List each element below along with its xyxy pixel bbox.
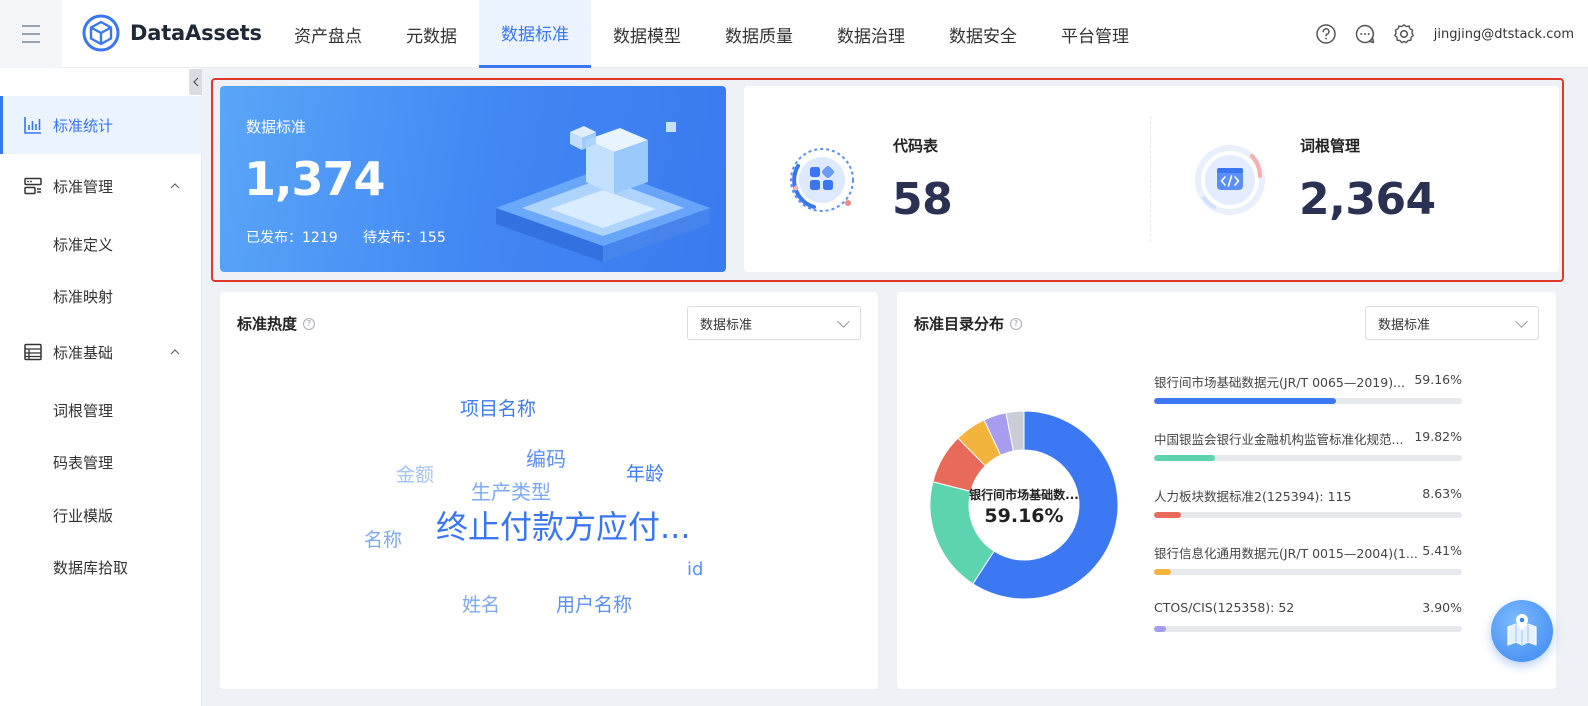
distribution-title-text: 标准目录分布 [914, 315, 1005, 333]
settings-gear-icon[interactable] [1393, 23, 1415, 45]
server-icon [24, 177, 42, 195]
legend-progress-fill [1154, 626, 1166, 632]
sidebar-item-label: 标准基础 [53, 343, 114, 362]
sidebar-item-standard-management[interactable]: 标准管理 [0, 157, 202, 215]
heat-title-text: 标准热度 [237, 315, 298, 333]
help-icon[interactable] [1315, 23, 1337, 45]
sidebar-item-standard-stats[interactable]: 标准统计 [0, 96, 202, 154]
distribution-panel-title: 标准目录分布 ? [914, 313, 1023, 334]
legend-item[interactable]: 银行间市场基础数据元(JR/T 0065—2019)... 59.16% [1154, 372, 1462, 404]
word-cloud-word[interactable]: 金额 [396, 460, 434, 487]
chevron-down-icon [837, 315, 850, 328]
sidebar-item-standard-basics[interactable]: 标准基础 [0, 323, 202, 381]
legend-item[interactable]: 中国银监会银行业金融机构监管标准化规范... 19.82% [1154, 429, 1462, 461]
nav-item-metadata[interactable]: 元数据 [384, 0, 479, 68]
legend-item[interactable]: 银行信息化通用数据元(JR/T 0015—2004)(1... 5.41% [1154, 543, 1462, 575]
legend-progress-track [1154, 569, 1462, 575]
menu-toggle-button[interactable] [0, 0, 62, 68]
legend-percent: 3.90% [1422, 600, 1462, 615]
chevron-left-icon [192, 77, 198, 87]
app-name: DataAssets [130, 21, 262, 45]
sidebar-subitem-standard-mapping[interactable]: 标准映射 [53, 286, 113, 307]
sidebar-subitem-standard-definition[interactable]: 标准定义 [53, 234, 113, 255]
legend-label: 银行间市场基础数据元(JR/T 0065—2019)... [1154, 375, 1405, 390]
word-cloud-word[interactable]: id [687, 559, 703, 580]
donut-center-label: 银行间市场基础数... [969, 488, 1079, 502]
nav-item-data-standard[interactable]: 数据标准 [479, 0, 591, 68]
legend-percent: 8.63% [1422, 486, 1462, 501]
legend-label: 银行信息化通用数据元(JR/T 0015—2004)(1... [1154, 546, 1418, 561]
legend-item[interactable]: CTOS/CIS(125358): 52 3.90% [1154, 600, 1462, 632]
sidebar-collapse-button[interactable] [189, 69, 202, 95]
help-circle-icon[interactable]: ? [1010, 317, 1023, 330]
word-cloud-word[interactable]: 名称 [364, 525, 402, 552]
nav-item-asset-inventory[interactable]: 资产盘点 [272, 0, 384, 68]
legend-progress-track [1154, 455, 1462, 461]
legend-percent: 59.16% [1414, 372, 1462, 387]
header-actions: jingjing@dtstack.com [1315, 0, 1588, 68]
legend-progress-fill [1154, 512, 1181, 518]
chevron-down-icon [1515, 315, 1528, 328]
select-value: 数据标准 [1378, 317, 1431, 333]
word-cloud-word[interactable]: 终止付款方应付... [436, 502, 691, 548]
select-value: 数据标准 [700, 317, 753, 333]
chevron-up-icon [170, 183, 180, 189]
app-logo[interactable]: DataAssets [82, 14, 262, 52]
legend-progress-track [1154, 398, 1462, 404]
list-icon [24, 343, 42, 361]
word-cloud-word[interactable]: 生产类型 [471, 476, 551, 505]
distribution-category-select[interactable]: 数据标准 [1365, 306, 1539, 340]
heat-category-select[interactable]: 数据标准 [687, 306, 861, 340]
legend-item[interactable]: 人力板块数据标准2(125394): 115 8.63% [1154, 486, 1462, 518]
legend-progress-fill [1154, 398, 1337, 404]
legend-progress-track [1154, 512, 1462, 518]
map-guide-icon [1507, 614, 1537, 646]
legend-progress-fill [1154, 455, 1216, 461]
word-cloud-word[interactable]: 编码 [526, 443, 566, 472]
user-account[interactable]: jingjing@dtstack.com [1434, 27, 1574, 42]
nav-item-platform-admin[interactable]: 平台管理 [1039, 0, 1151, 68]
heat-panel-title: 标准热度 ? [237, 313, 316, 334]
sidebar-item-label: 标准管理 [53, 177, 114, 196]
nav-item-data-quality[interactable]: 数据质量 [703, 0, 815, 68]
donut-center-value: 59.16% [984, 505, 1064, 527]
legend-percent: 5.41% [1422, 543, 1462, 558]
main-nav: 资产盘点 元数据 数据标准 数据模型 数据质量 数据治理 数据安全 平台管理 [272, 0, 1151, 68]
word-cloud-word[interactable]: 年龄 [626, 459, 664, 486]
cube-logo-icon [82, 14, 120, 52]
legend-label: 人力板块数据标准2(125394): 115 [1154, 489, 1352, 504]
sidebar-item-label: 标准统计 [53, 116, 114, 135]
nav-item-data-security[interactable]: 数据安全 [927, 0, 1039, 68]
highlight-outline [211, 78, 1564, 282]
legend-label: 中国银监会银行业金融机构监管标准化规范... [1154, 432, 1404, 447]
nav-item-data-governance[interactable]: 数据治理 [815, 0, 927, 68]
hamburger-icon [22, 22, 40, 46]
sidebar-subitem-industry-template[interactable]: 行业模版 [53, 505, 113, 526]
word-cloud-word[interactable]: 项目名称 [460, 394, 536, 421]
word-cloud-word[interactable]: 姓名 [462, 590, 500, 617]
sidebar-subitem-database-pick[interactable]: 数据库拾取 [53, 557, 128, 578]
chevron-up-icon [170, 349, 180, 355]
legend-progress-track [1154, 626, 1462, 632]
sidebar-subitem-word-root[interactable]: 词根管理 [53, 400, 113, 421]
bar-chart-icon [24, 117, 41, 134]
word-cloud-word[interactable]: 用户名称 [556, 590, 632, 617]
nav-item-data-model[interactable]: 数据模型 [591, 0, 703, 68]
help-circle-icon[interactable]: ? [303, 317, 316, 330]
top-navigation-bar: DataAssets 资产盘点 元数据 数据标准 数据模型 数据质量 数据治理 … [0, 0, 1588, 68]
legend-progress-fill [1154, 569, 1171, 575]
sidebar-subitem-code-table[interactable]: 码表管理 [53, 452, 113, 473]
legend-percent: 19.82% [1414, 429, 1462, 444]
legend-label: CTOS/CIS(125358): 52 [1154, 600, 1295, 615]
message-icon[interactable] [1354, 23, 1376, 45]
standard-heat-panel: 标准热度 ? 数据标准 项目名称 编码 金额 年龄 生产类型 终止付款方应付..… [220, 292, 878, 689]
floating-guide-button[interactable] [1491, 600, 1553, 662]
